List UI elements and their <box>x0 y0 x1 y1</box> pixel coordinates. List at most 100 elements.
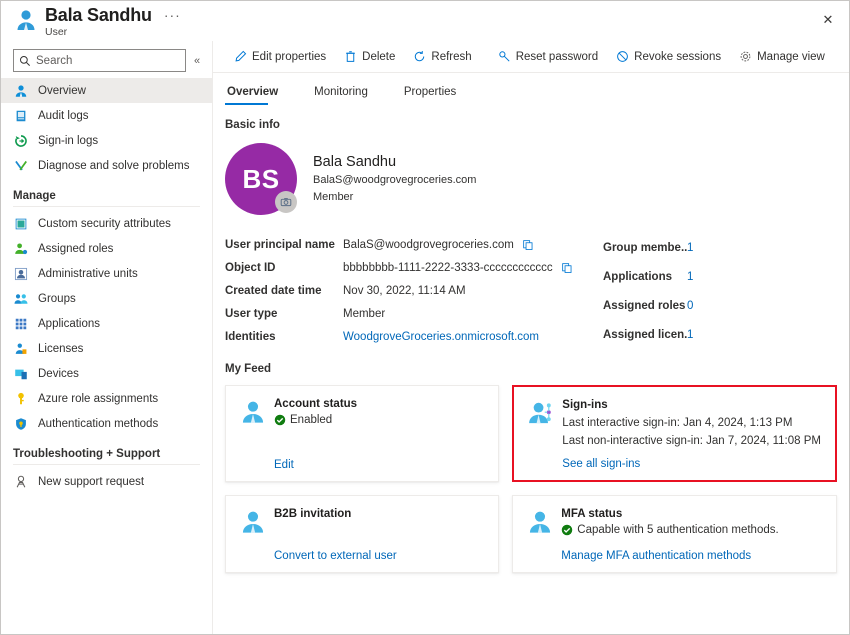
camera-icon[interactable] <box>275 191 297 213</box>
sidebar-item-groups[interactable]: Groups <box>1 286 212 311</box>
sidebar-item-licenses[interactable]: Licenses <box>1 336 212 361</box>
copy-icon[interactable] <box>522 239 534 251</box>
check-circle-icon <box>561 524 573 536</box>
property-row-user-principal-name: User principal name BalaS@woodgrovegroce… <box>225 233 555 256</box>
basic-info-heading: Basic info <box>225 119 837 131</box>
user-icon <box>240 508 274 562</box>
card-link-convert-to-external-user[interactable]: Convert to external user <box>274 540 484 562</box>
reset-password-button[interactable]: Reset password <box>489 44 607 70</box>
sidebar-item-authentication-methods[interactable]: Authentication methods <box>1 411 212 436</box>
window-body: « Overview <box>1 41 849 634</box>
card-mfa-status[interactable]: MFA status Capable with 5 authentication… <box>512 495 837 573</box>
profile-text: Bala Sandhu BalaS@woodgrovegroceries.com… <box>313 153 476 206</box>
sidebar-item-assigned-roles[interactable]: Assigned roles <box>1 236 212 261</box>
my-feed-grid: Account status Enabled Edit <box>225 385 837 573</box>
property-count[interactable]: 1 <box>687 329 693 341</box>
groups-icon <box>13 291 29 307</box>
tab-properties[interactable]: Properties <box>402 83 468 105</box>
property-key: Applications <box>603 271 687 283</box>
got-feedback-button[interactable]: Got feedback? <box>842 44 849 70</box>
avatar[interactable]: BS <box>225 143 297 215</box>
card-account-status[interactable]: Account status Enabled Edit <box>225 385 499 482</box>
sidebar-item-azure-role-assignments[interactable]: Azure role assignments <box>1 386 212 411</box>
card-b2b-invitation[interactable]: B2B invitation Convert to external user <box>225 495 499 573</box>
sidebar-item-sign-in-logs[interactable]: Sign-in logs <box>1 128 212 153</box>
more-options-button[interactable]: ··· <box>164 9 181 21</box>
card-link-edit[interactable]: Edit <box>274 449 484 471</box>
property-count[interactable]: 1 <box>687 242 693 254</box>
delete-button[interactable]: Delete <box>335 44 404 70</box>
card-status: Enabled <box>274 414 484 426</box>
command-label: Revoke sessions <box>634 51 721 63</box>
command-label: Reset password <box>516 51 598 63</box>
close-icon[interactable]: ✕ <box>815 7 841 33</box>
sidebar-item-new-support-request[interactable]: New support request <box>1 469 212 494</box>
properties-left-column: User principal name BalaS@woodgrovegroce… <box>225 233 555 349</box>
sidebar-item-overview[interactable]: Overview <box>1 78 212 103</box>
card-body: B2B invitation Convert to external user <box>274 508 484 562</box>
property-count[interactable]: 1 <box>687 271 693 283</box>
sidebar-item-label: Overview <box>38 85 86 97</box>
search-input[interactable] <box>36 55 180 67</box>
sign-in-log-icon <box>13 133 29 149</box>
sidebar-group-title-manage: Manage <box>1 178 212 206</box>
page-subtitle: User <box>45 27 181 38</box>
property-row-assigned-roles: Assigned roles 0 <box>603 291 837 320</box>
profile-user-type: Member <box>313 189 476 206</box>
sidebar-item-label: Administrative units <box>38 268 138 280</box>
manage-view-button[interactable]: Manage view <box>730 44 834 70</box>
sidebar-item-devices[interactable]: Devices <box>1 361 212 386</box>
profile-name: Bala Sandhu <box>313 153 476 173</box>
wrench-icon <box>13 158 29 174</box>
sidebar-item-label: Licenses <box>38 343 83 355</box>
collapse-sidebar-button[interactable]: « <box>188 55 206 67</box>
sidebar-item-applications[interactable]: Applications <box>1 311 212 336</box>
property-row-identities: Identities WoodgroveGroceries.onmicrosof… <box>225 325 555 348</box>
sidebar-item-label: Sign-in logs <box>38 135 98 147</box>
sidebar-item-label: Assigned roles <box>38 243 113 255</box>
sidebar: « Overview <box>1 41 213 634</box>
card-body: Sign-ins Last interactive sign-in: Jan 4… <box>562 399 821 470</box>
sidebar-item-audit-logs[interactable]: Audit logs <box>1 103 212 128</box>
sidebar-group-title-troubleshooting: Troubleshooting + Support <box>1 436 212 464</box>
gear-icon <box>739 50 752 63</box>
sidebar-item-label: Diagnose and solve problems <box>38 160 190 172</box>
page-title: Bala Sandhu <box>45 6 152 24</box>
refresh-button[interactable]: Refresh <box>404 44 480 70</box>
sidebar-item-custom-security-attributes[interactable]: Custom security attributes <box>1 211 212 236</box>
card-body: MFA status Capable with 5 authentication… <box>561 508 822 562</box>
property-key: Assigned licen... <box>603 329 687 341</box>
block-icon <box>616 50 629 63</box>
search-box[interactable] <box>13 49 186 72</box>
card-status-text: Capable with 5 authentication methods. <box>577 524 778 536</box>
card-link-manage-mfa[interactable]: Manage MFA authentication methods <box>561 540 822 562</box>
card-status: Capable with 5 authentication methods. <box>561 524 822 536</box>
card-title: MFA status <box>561 508 822 520</box>
tab-overview[interactable]: Overview <box>225 83 290 105</box>
card-sign-ins[interactable]: Sign-ins Last interactive sign-in: Jan 4… <box>512 385 837 482</box>
property-key: User principal name <box>225 239 343 251</box>
revoke-sessions-button[interactable]: Revoke sessions <box>607 44 730 70</box>
property-value: bbbbbbbb-1111-2222-3333-cccccccccccc <box>343 262 553 274</box>
property-value: Member <box>343 308 385 320</box>
card-line-last-interactive: Last interactive sign-in: Jan 4, 2024, 1… <box>562 417 821 429</box>
card-link-see-all-sign-ins[interactable]: See all sign-ins <box>562 448 821 470</box>
tab-monitoring[interactable]: Monitoring <box>312 83 380 105</box>
property-row-group-memberships: Group membe... 1 <box>603 233 837 262</box>
sidebar-item-label: Groups <box>38 293 76 305</box>
administrative-units-icon <box>13 266 29 282</box>
identities-link[interactable]: WoodgroveGroceries.onmicrosoft.com <box>343 331 539 343</box>
profile-email: BalaS@woodgrovegroceries.com <box>313 172 476 189</box>
key-icon <box>13 391 29 407</box>
sidebar-item-administrative-units[interactable]: Administrative units <box>1 261 212 286</box>
sidebar-item-diagnose-and-solve-problems[interactable]: Diagnose and solve problems <box>1 153 212 178</box>
support-icon <box>13 474 29 490</box>
window-header: Bala Sandhu ··· User ✕ <box>1 1 849 41</box>
property-value: BalaS@woodgrovegroceries.com <box>343 239 514 251</box>
applications-icon <box>13 316 29 332</box>
property-count[interactable]: 0 <box>687 300 693 312</box>
card-line-last-non-interactive: Last non-interactive sign-in: Jan 7, 202… <box>562 435 821 447</box>
properties-right-column: Group membe... 1 Applications 1 Assigned… <box>555 233 837 349</box>
edit-properties-button[interactable]: Edit properties <box>225 44 335 70</box>
sidebar-item-label: Devices <box>38 368 79 380</box>
